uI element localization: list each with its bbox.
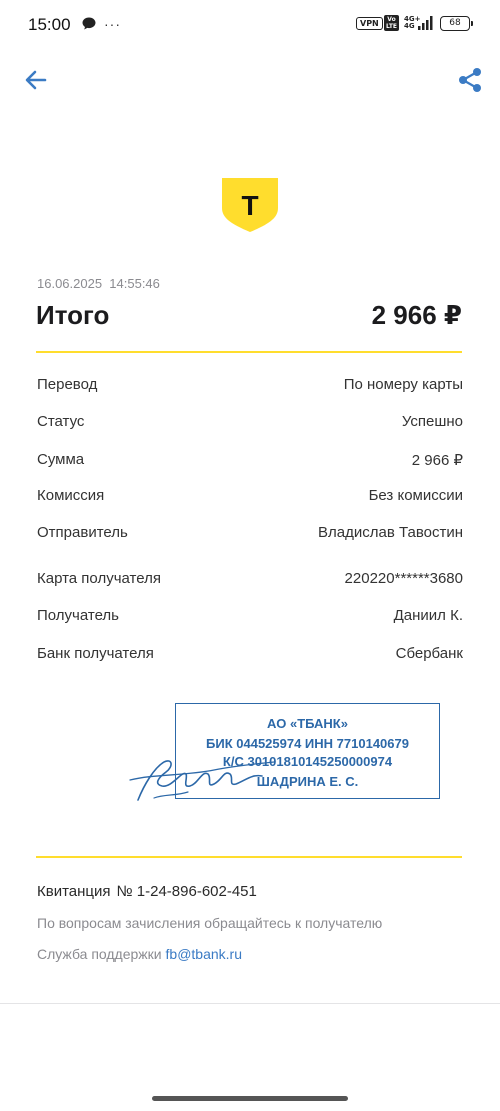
bottom-divider [0, 1003, 500, 1004]
receipt-label: Квитанция [37, 883, 111, 900]
detail-row-recipient-bank: Банк получателя Сбербанк [37, 645, 463, 667]
detail-label: Получатель [37, 607, 119, 624]
detail-value: 2 966 ₽ [411, 452, 463, 469]
detail-label: Комиссия [37, 487, 105, 504]
status-time: 15:00 [28, 15, 71, 34]
detail-value: Без комиссии [368, 487, 463, 504]
total-amount: 2 966 ₽ [371, 300, 462, 330]
detail-value: 220220******3680 [344, 570, 463, 587]
detail-value: Успешно [401, 413, 463, 430]
bank-logo-letter: T [241, 190, 258, 221]
handwritten-signature [129, 760, 275, 801]
detail-label: Сумма [37, 451, 85, 468]
info-text: По вопросам зачисления обращайтесь к пол… [37, 915, 383, 931]
detail-value: Сбербанк [395, 645, 463, 662]
back-button[interactable] [22, 66, 50, 94]
receipt-number: № 1-24-896-602-451 [116, 883, 257, 900]
detail-label: Банк получателя [37, 645, 154, 662]
signal-strength-icon [418, 16, 433, 30]
detail-row-amount: Сумма 2 966 ₽ [37, 451, 463, 473]
home-indicator[interactable] [152, 1096, 348, 1101]
status-bar: 15:00 ··· VPN Vo LTE 4G+ 4G 68 [0, 0, 500, 48]
detail-label: Отправитель [37, 524, 128, 541]
vpn-badge: VPN [356, 17, 383, 30]
support-label: Служба поддержки [37, 946, 162, 962]
share-icon [459, 68, 481, 92]
bank-logo: T [222, 178, 278, 232]
detail-value: Даниил К. [393, 607, 463, 624]
detail-row-recipient-card: Карта получателя 220220******3680 [37, 570, 463, 592]
arrow-left-icon [25, 70, 47, 90]
share-button[interactable] [456, 66, 484, 94]
transaction-datetime: 16.06.2025 14:55:46 [37, 276, 160, 291]
total-label: Итого [36, 300, 110, 330]
support-text: Служба поддержки fb@tbank.ru [37, 946, 242, 962]
more-dots-icon: ··· [104, 16, 121, 32]
detail-row-transfer: Перевод По номеру карты [37, 376, 463, 398]
chat-bubble-icon [82, 17, 96, 30]
volte-badge: Vo LTE [384, 15, 399, 31]
detail-row-recipient: Получатель Даниил К. [37, 607, 463, 629]
detail-value: Владислав Тавостин [318, 524, 463, 541]
detail-row-status: Статус Успешно [37, 413, 463, 435]
divider [36, 351, 462, 353]
detail-row-commission: Комиссия Без комиссии [37, 487, 463, 509]
detail-value: По номеру карты [343, 376, 463, 393]
detail-row-sender: Отправитель Владислав Тавостин [37, 524, 463, 546]
battery-indicator: 68 [440, 16, 473, 31]
receipt: Квитанция № 1-24-896-602-451 [37, 883, 257, 900]
support-email-link[interactable]: fb@tbank.ru [166, 946, 242, 962]
detail-label: Карта получателя [37, 570, 161, 587]
divider [36, 856, 462, 858]
detail-label: Перевод [37, 376, 98, 393]
network-type-bottom: 4G [404, 22, 415, 30]
detail-label: Статус [37, 413, 85, 430]
stamp-bank-name: АО «ТБАНК» [267, 716, 348, 731]
